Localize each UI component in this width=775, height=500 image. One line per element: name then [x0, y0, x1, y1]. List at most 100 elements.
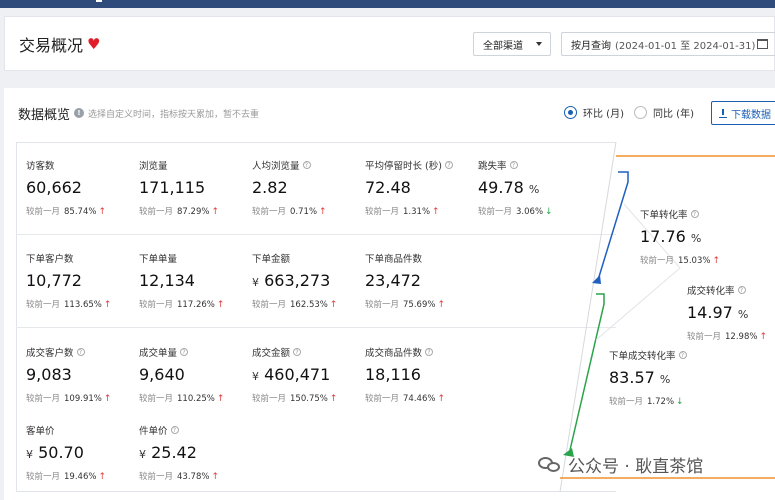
metric-label-text: 成交转化率 — [687, 286, 735, 297]
metric-label: 下单单量 — [139, 251, 251, 265]
metric-avg-stay: 平均停留时长 (秒)? 72.48 较前一月 1.31% ↑ — [365, 158, 477, 217]
metric-orders: 下单单量 12,134 较前一月 117.26% ↑ — [139, 251, 251, 310]
trend-up-icon: ↑ — [329, 394, 338, 404]
help-icon[interactable]: ? — [444, 161, 453, 169]
radio-yoy[interactable]: 同比 (年) — [634, 105, 694, 120]
compare-percent: 117.26% — [177, 300, 215, 310]
metric-label-text: 下单金额 — [252, 254, 291, 265]
metric-label-text: 跳失率 — [478, 161, 507, 172]
compare-percent: 75.69% — [403, 300, 436, 310]
metric-value: ¥ 460,471 — [252, 365, 364, 384]
metric-value: 60,662 — [26, 178, 138, 197]
radio-mom[interactable]: 环比 (月) — [564, 105, 624, 120]
compare-label: 较前一月 — [139, 207, 174, 217]
metric-compare: 较前一月 150.75% ↑ — [252, 392, 364, 404]
metric-bounce-rate: 跳失率? 49.78 % 较前一月 3.06% ↓ — [478, 158, 590, 217]
metric-value-text: 25.42 — [151, 443, 197, 462]
metric-visitors: 访客数 60,662 较前一月 85.74% ↑ — [26, 158, 138, 217]
metric-label-text: 客单价 — [26, 426, 55, 437]
watermark: 公众号 · 耿直茶馆 — [538, 452, 703, 477]
channel-select[interactable]: 全部渠道 — [473, 32, 551, 56]
metric-unit: % — [659, 373, 671, 386]
compare-label: 较前一月 — [365, 300, 400, 310]
compare-label: 较前一月 — [26, 207, 61, 217]
help-icon[interactable]: ? — [180, 348, 189, 356]
metric-compare: 较前一月 162.53% ↑ — [252, 298, 364, 310]
wechat-icon — [538, 455, 562, 475]
help-icon[interactable]: ? — [678, 351, 687, 359]
metric-value-text: 14.97 — [687, 303, 733, 322]
trend-up-icon: ↑ — [98, 207, 106, 217]
compare-label: 较前一月 — [26, 472, 61, 482]
channel-select-value: 全部渠道 — [483, 40, 523, 52]
compare-percent: 15.03% — [678, 256, 711, 266]
metric-value: ¥ 663,273 — [252, 271, 364, 290]
metric-unit: % — [737, 308, 749, 321]
metric-label: 成交商品件数? — [365, 345, 477, 359]
metric-value: 14.97 % — [687, 303, 775, 322]
top-strip-tick — [96, 0, 102, 2]
info-icon: ! — [74, 108, 84, 118]
help-icon[interactable]: ? — [170, 426, 179, 434]
heart-icon[interactable]: ♥ — [87, 35, 100, 53]
trend-up-icon: ↑ — [759, 332, 767, 342]
metric-value: 9,083 — [26, 365, 138, 384]
metric-value-text: 17.76 — [640, 227, 686, 246]
trend-up-icon: ↑ — [103, 300, 112, 310]
metric-compare: 较前一月 75.69% ↑ — [365, 298, 477, 310]
metric-value-text: 460,471 — [264, 365, 331, 384]
trend-up-icon: ↑ — [103, 394, 112, 404]
trend-up-icon: ↑ — [211, 207, 219, 217]
metric-label: 访客数 — [26, 158, 138, 172]
metric-order-to-deal-conversion: 下单成交转化率? 83.57 % 较前一月 1.72% ↓ — [609, 348, 721, 407]
currency-symbol: ¥ — [252, 276, 259, 289]
download-button[interactable]: 下载数据 — [711, 101, 775, 125]
compare-label: 较前一月 — [139, 472, 174, 482]
metric-avg-item-price: 件单价? ¥ 25.42 较前一月 43.78% ↑ — [139, 423, 251, 482]
metric-value: 2.82 — [252, 178, 364, 197]
metric-value: 72.48 — [365, 178, 477, 197]
page-title-text: 交易概况 — [19, 36, 84, 55]
compare-label: 较前一月 — [252, 300, 287, 310]
compare-percent: 109.91% — [64, 394, 102, 404]
metric-value-text: 9,640 — [139, 365, 185, 384]
help-icon[interactable]: ? — [737, 286, 746, 294]
metric-compare: 较前一月 0.71% ↑ — [252, 205, 364, 217]
metric-deal-amount: 成交金额? ¥ 460,471 较前一月 150.75% ↑ — [252, 345, 364, 404]
watermark-text: 公众号 · 耿直茶馆 — [568, 457, 704, 477]
radio-unchecked-icon — [634, 106, 647, 119]
metric-order-conversion: 下单转化率? 17.76 % 较前一月 15.03% ↑ — [640, 207, 752, 266]
help-icon[interactable]: ? — [76, 348, 85, 356]
compare-percent: 113.65% — [64, 300, 102, 310]
compare-percent: 150.75% — [290, 394, 328, 404]
overview-hint: 选择自定义时间，指标按天累加，暂不去重 — [88, 110, 260, 120]
compare-label: 较前一月 — [139, 394, 174, 404]
trend-down-icon: ↓ — [676, 397, 684, 407]
help-icon[interactable]: ? — [690, 210, 699, 218]
compare-percent: 74.46% — [403, 394, 436, 404]
metric-deal-customers: 成交客户数? 9,083 较前一月 109.91% ↑ — [26, 345, 138, 404]
metric-label-text: 件单价 — [139, 426, 168, 437]
compare-percent: 19.46% — [64, 472, 97, 482]
metric-order-amount: 下单金额 ¥ 663,273 较前一月 162.53% ↑ — [252, 251, 364, 310]
metric-label-text: 下单商品件数 — [365, 254, 423, 265]
help-icon[interactable]: ? — [293, 348, 302, 356]
date-mode-label: 按月查询 — [571, 40, 611, 52]
metric-compare: 较前一月 85.74% ↑ — [26, 205, 138, 217]
compare-percent: 1.31% — [403, 207, 431, 217]
metric-value: 18,116 — [365, 365, 477, 384]
metric-value-text: 12,134 — [139, 271, 195, 290]
trend-up-icon: ↑ — [329, 300, 338, 310]
compare-percent: 85.74% — [64, 207, 97, 217]
metric-value: ¥ 50.70 — [26, 443, 138, 462]
metric-value: 9,640 — [139, 365, 251, 384]
compare-label: 较前一月 — [252, 394, 287, 404]
date-range-picker[interactable]: 按月查询 (2024-01-01 至 2024-01-31) — [561, 32, 775, 56]
metric-label: 下单商品件数 — [365, 251, 477, 265]
help-icon[interactable]: ? — [509, 161, 518, 169]
metric-label: 件单价? — [139, 423, 251, 437]
currency-symbol: ¥ — [252, 370, 259, 383]
help-icon[interactable]: ? — [425, 348, 434, 356]
compare-label: 较前一月 — [365, 207, 400, 217]
help-icon[interactable]: ? — [302, 161, 311, 169]
